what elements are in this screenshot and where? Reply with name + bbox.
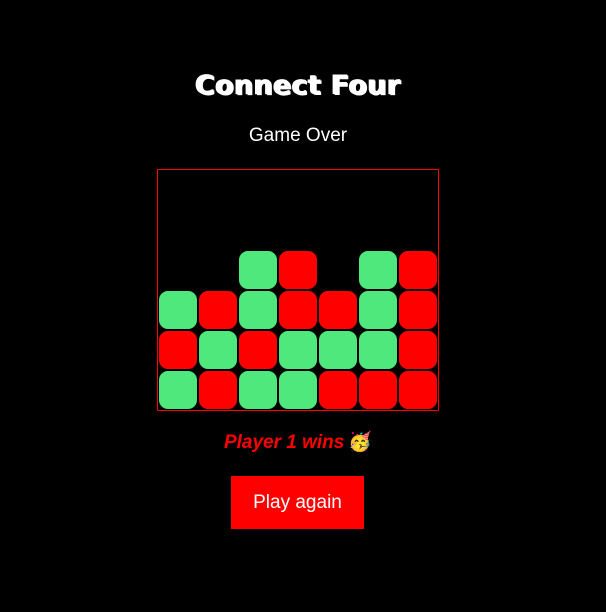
empty-slot[interactable] bbox=[358, 210, 398, 250]
result-message: Player 1 wins 🥳 bbox=[0, 430, 596, 456]
player1-disc[interactable] bbox=[398, 250, 438, 290]
empty-slot[interactable] bbox=[158, 210, 198, 250]
player2-disc[interactable] bbox=[358, 330, 398, 370]
player1-disc[interactable] bbox=[358, 370, 398, 410]
player1-disc[interactable] bbox=[318, 370, 358, 410]
player1-disc[interactable] bbox=[398, 330, 438, 370]
game-title: Connect Four bbox=[195, 70, 401, 101]
player1-disc[interactable] bbox=[198, 370, 238, 410]
player2-disc[interactable] bbox=[238, 250, 278, 290]
empty-slot[interactable] bbox=[278, 170, 318, 210]
empty-slot[interactable] bbox=[238, 210, 278, 250]
empty-slot[interactable] bbox=[198, 210, 238, 250]
empty-slot[interactable] bbox=[318, 210, 358, 250]
game-board bbox=[157, 169, 439, 411]
empty-slot[interactable] bbox=[158, 250, 198, 290]
empty-slot[interactable] bbox=[238, 170, 278, 210]
player2-disc[interactable] bbox=[198, 330, 238, 370]
game-status: Game Over bbox=[248, 125, 348, 146]
player2-disc[interactable] bbox=[318, 330, 358, 370]
result-text: Player 1 wins bbox=[223, 432, 345, 453]
player1-disc[interactable] bbox=[238, 330, 278, 370]
player2-disc[interactable] bbox=[278, 330, 318, 370]
player1-disc[interactable] bbox=[278, 250, 318, 290]
empty-slot[interactable] bbox=[318, 170, 358, 210]
empty-slot[interactable] bbox=[398, 170, 438, 210]
empty-slot[interactable] bbox=[358, 170, 398, 210]
player2-disc[interactable] bbox=[238, 290, 278, 330]
player1-disc[interactable] bbox=[318, 290, 358, 330]
party-emoji-icon: 🥳 bbox=[348, 432, 373, 453]
empty-slot[interactable] bbox=[278, 210, 318, 250]
player1-disc[interactable] bbox=[158, 330, 198, 370]
player2-disc[interactable] bbox=[158, 290, 198, 330]
player1-disc[interactable] bbox=[198, 290, 238, 330]
player1-disc[interactable] bbox=[278, 290, 318, 330]
play-again-button[interactable]: Play again bbox=[231, 476, 364, 529]
empty-slot[interactable] bbox=[198, 170, 238, 210]
player2-disc[interactable] bbox=[158, 370, 198, 410]
player1-disc[interactable] bbox=[398, 290, 438, 330]
player1-disc[interactable] bbox=[398, 370, 438, 410]
player2-disc[interactable] bbox=[358, 250, 398, 290]
player2-disc[interactable] bbox=[358, 290, 398, 330]
empty-slot[interactable] bbox=[398, 210, 438, 250]
empty-slot[interactable] bbox=[318, 250, 358, 290]
player2-disc[interactable] bbox=[278, 370, 318, 410]
empty-slot[interactable] bbox=[158, 170, 198, 210]
empty-slot[interactable] bbox=[198, 250, 238, 290]
player2-disc[interactable] bbox=[238, 370, 278, 410]
